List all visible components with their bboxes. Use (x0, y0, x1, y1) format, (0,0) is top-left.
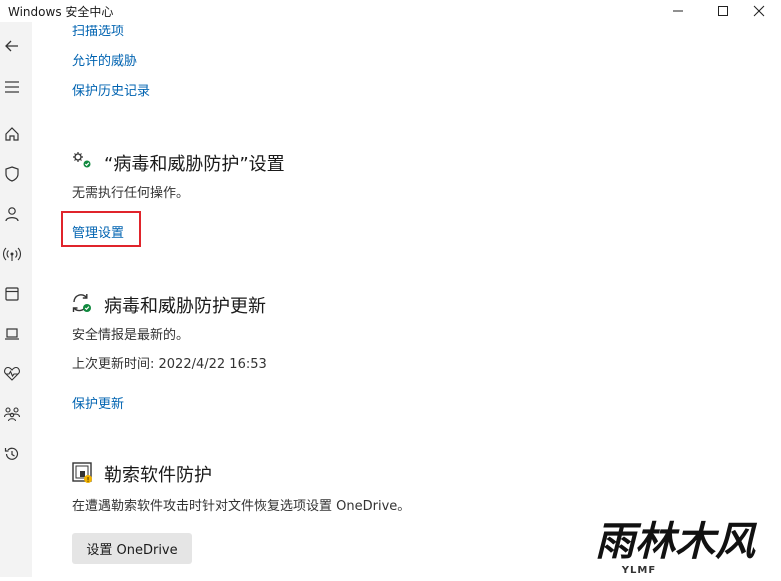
allowed-threats-link[interactable]: 允许的威胁 (72, 50, 137, 69)
window-title: Windows 安全中心 (8, 5, 114, 19)
home-icon[interactable] (2, 124, 22, 144)
health-icon[interactable] (2, 364, 22, 384)
close-button[interactable] (736, 0, 781, 22)
maximize-icon (717, 6, 728, 16)
protection-history-link[interactable]: 保护历史记录 (72, 80, 150, 99)
title-bar: Windows 安全中心 (0, 0, 781, 22)
svg-text:!: ! (87, 476, 90, 484)
family-icon[interactable] (2, 404, 22, 424)
minimize-icon (672, 10, 683, 12)
last-update-time: 上次更新时间: 2022/4/22 16:53 (72, 357, 267, 372)
back-icon[interactable] (2, 36, 22, 56)
ransomware-heading: 勒索软件防护 (104, 465, 212, 486)
menu-icon[interactable] (2, 77, 22, 97)
ylmf-watermark-logo: 雨林木风 YLMF (575, 515, 775, 577)
ransomware-folder-icon: ! (71, 461, 95, 485)
app-browser-icon[interactable] (2, 284, 22, 304)
manage-settings-link[interactable]: 管理设置 (72, 222, 124, 241)
settings-gear-check-icon (71, 150, 95, 174)
ransomware-description: 在遭遇勒索软件攻击时针对文件恢复选项设置 OneDrive。 (72, 499, 411, 514)
scan-options-link[interactable]: 扫描选项 (72, 25, 124, 39)
update-refresh-check-icon (71, 292, 95, 316)
account-icon[interactable] (2, 204, 22, 224)
settings-status: 无需执行任何操作。 (72, 186, 190, 201)
shield-icon[interactable] (2, 164, 22, 184)
svg-text:YLMF: YLMF (621, 565, 656, 576)
protection-updates-link[interactable]: 保护更新 (72, 393, 124, 412)
device-security-icon[interactable] (2, 324, 22, 344)
update-status: 安全情报是最新的。 (72, 328, 190, 343)
close-icon (753, 5, 764, 17)
sidebar (0, 22, 32, 577)
minimize-button[interactable] (655, 0, 700, 22)
network-icon[interactable] (2, 244, 22, 264)
update-heading: 病毒和威胁防护更新 (104, 296, 266, 317)
history-icon[interactable] (2, 444, 22, 464)
setup-onedrive-button[interactable]: 设置 OneDrive (72, 533, 192, 564)
svg-text:雨林木风: 雨林木风 (595, 518, 758, 565)
settings-heading: “病毒和威胁防护”设置 (104, 154, 285, 175)
